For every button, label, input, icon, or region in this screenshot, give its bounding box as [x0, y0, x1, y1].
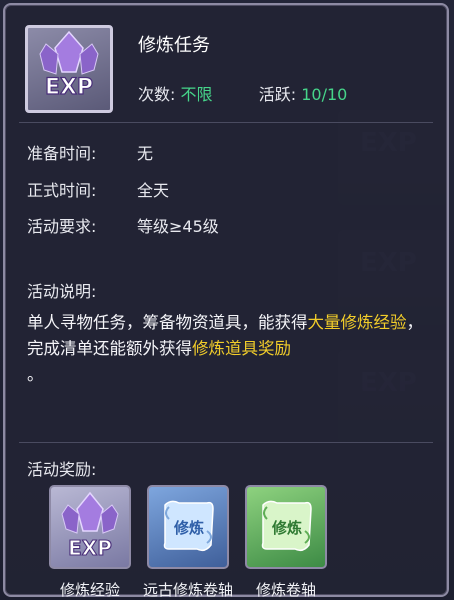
activity-title: 修炼任务 [138, 35, 210, 56]
description-highlight-exp: 大量修炼经验 [307, 313, 407, 332]
prep-time-label: 准备时间: [27, 144, 97, 163]
official-time-value: 全天 [137, 181, 170, 200]
reward-icon-text: 修炼 [173, 519, 204, 537]
requirement-label: 活动要求: [27, 217, 97, 236]
scroll-icon: 修炼 [163, 500, 214, 552]
prep-time-row: 准备时间: 无 [27, 140, 153, 164]
requirement-value: 等级≥45级 [137, 217, 219, 236]
reward-ancient-scroll[interactable]: 修炼 远古修炼卷轴 [143, 485, 233, 599]
exp-icon-text: EXP [45, 75, 93, 100]
activity-points-value: 10/10 [301, 85, 348, 104]
reward-icon-text: 修炼 [271, 519, 302, 537]
description-heading: 活动说明: [27, 282, 97, 301]
divider [19, 442, 433, 443]
scroll-icon: 修炼 [261, 500, 312, 552]
activity-meta: 次数: 不限 活跃: 10/10 [138, 81, 347, 105]
reward-scroll[interactable]: 修炼 修炼卷轴 [245, 485, 327, 599]
reward-icon-text: EXP [68, 536, 112, 560]
official-time-row: 正式时间: 全天 [27, 177, 169, 201]
exp-crystal-icon: EXP [39, 30, 99, 101]
official-time-label: 正式时间: [27, 181, 97, 200]
description-highlight-items: 修炼道具奖励 [192, 339, 291, 358]
times-value: 不限 [180, 85, 213, 104]
rewards-list: EXP 修炼经验 修炼 远古修炼卷轴 修炼 修炼卷轴 [49, 485, 429, 600]
activity-icon-frame: EXP [25, 25, 113, 113]
description-part1: 单人寻物任务，筹备物资道具，能获得 [27, 313, 308, 332]
prep-time-value: 无 [137, 144, 154, 163]
description-part3: 。 [27, 365, 44, 384]
divider [19, 122, 433, 123]
rewards-heading: 活动奖励: [27, 460, 97, 479]
description-text: 单人寻物任务，筹备物资道具，能获得大量修炼经验，完成清单还能额外获得修炼道具奖励… [27, 310, 431, 388]
reward-label: 修炼经验 [59, 581, 121, 599]
requirement-row: 活动要求: 等级≥45级 [27, 213, 219, 237]
activity-tooltip-panel: EXP 修炼任务 次数: 不限 活跃: 10/10 准备时间: 无 正式时间: … [3, 3, 449, 600]
reward-exp[interactable]: EXP 修炼经验 [49, 485, 131, 599]
reward-label: 修炼卷轴 [255, 581, 317, 599]
activity-points-label: 活跃: [258, 85, 297, 104]
reward-label: 远古修炼卷轴 [142, 581, 234, 599]
times-label: 次数: [138, 85, 176, 104]
exp-crystal-icon: EXP [61, 491, 119, 561]
